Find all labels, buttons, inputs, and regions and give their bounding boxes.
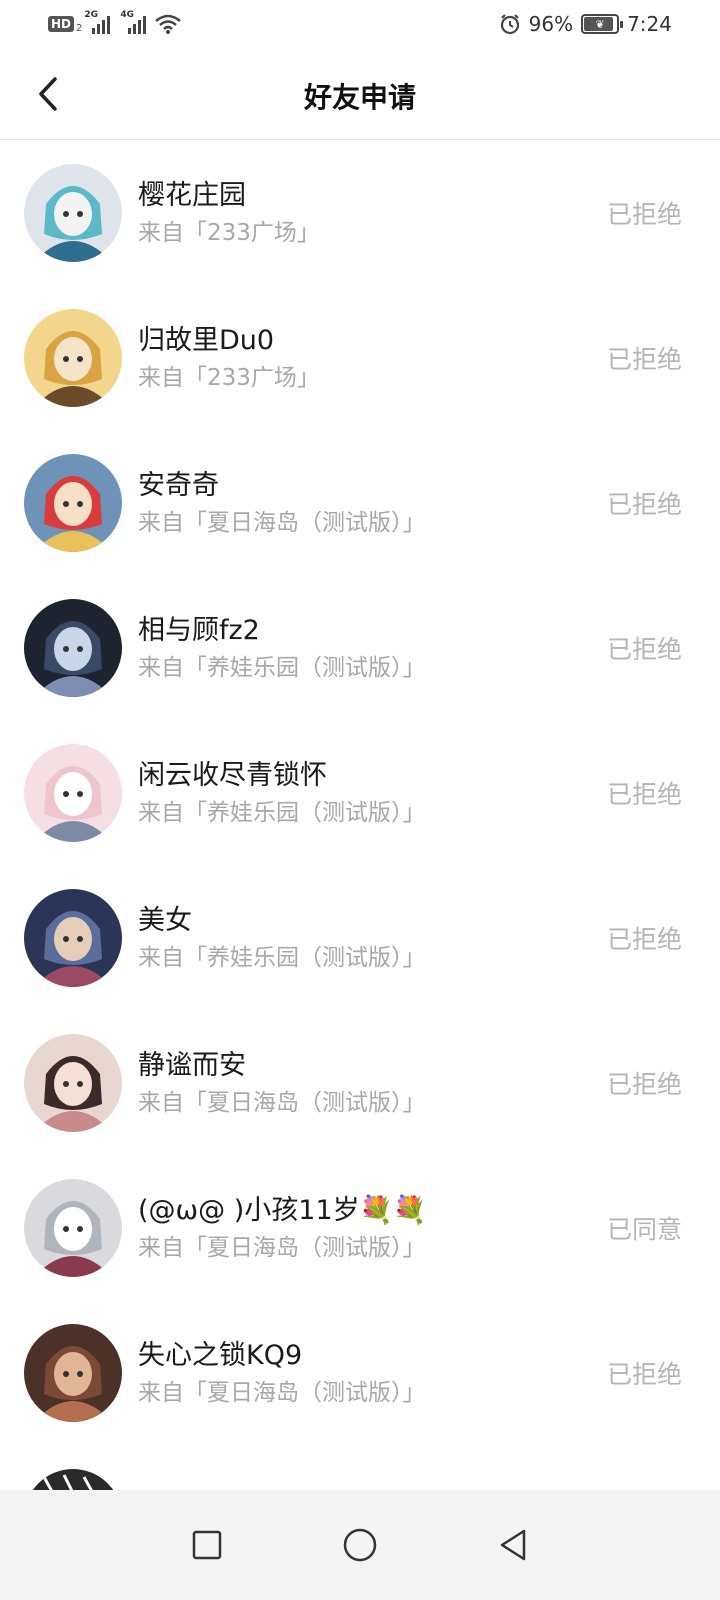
request-source: 来自「夏日海岛（测试版）」	[138, 1379, 426, 1406]
square-icon	[192, 1530, 221, 1560]
signal-icon-sim1: 2G	[84, 10, 111, 34]
request-status: 已拒绝	[606, 924, 682, 954]
hd-badge: HD	[48, 16, 75, 32]
avatar[interactable]	[24, 1468, 122, 1492]
requester-name: 静谧而安	[138, 1049, 246, 1081]
request-info: 闲云收尽青锁怀来自「养娃乐园（测试版）」	[138, 757, 426, 829]
battery-icon: ❦	[581, 14, 624, 34]
request-item[interactable]: 安奇奇来自「夏日海岛（测试版）」 已拒绝	[0, 430, 720, 575]
navigation-bar	[0, 1490, 720, 1600]
sim1-network-label: 2G	[84, 10, 99, 20]
request-source: 来自「养娃乐园（测试版）」	[138, 799, 426, 826]
request-info: 归故里Du0 来自「233广场」	[138, 322, 320, 394]
hd-sub: 2	[76, 22, 83, 34]
recent-apps-button[interactable]	[177, 1515, 237, 1575]
request-info: 美女来自「养娃乐园（测试版）」	[138, 902, 426, 974]
requester-name: 樱花庄园	[138, 179, 246, 211]
request-item[interactable]: 归故里Du0 来自「233广场」 已拒绝	[0, 285, 720, 430]
request-item[interactable]: 相与顾fz2 来自「养娃乐园（测试版）」 已拒绝	[0, 575, 720, 720]
leaf-icon: ❦	[595, 17, 605, 31]
avatar[interactable]	[24, 308, 122, 407]
request-status: 已拒绝	[606, 1359, 682, 1389]
request-status: 已拒绝	[606, 489, 682, 519]
request-item[interactable]: (@ω@ )小孩11岁💐💐 来自「夏日海岛（测试版）」 已同意	[0, 1155, 720, 1300]
clock: 7:24	[627, 12, 672, 36]
avatar[interactable]	[24, 1178, 122, 1277]
header: 好友申请	[0, 48, 720, 140]
request-status: 已同意	[606, 1214, 682, 1244]
circle-icon	[343, 1528, 377, 1562]
avatar[interactable]	[24, 1033, 122, 1132]
request-status: 已拒绝	[606, 1069, 682, 1099]
requester-name: 相与顾fz2	[138, 614, 260, 646]
request-source: 来自「养娃乐园（测试版）」	[138, 654, 426, 681]
sim2-network-label: 4G	[120, 10, 135, 20]
request-item[interactable]: 樱花庄园来自「233广场」 已拒绝	[0, 140, 720, 285]
request-source: 来自「养娃乐园（测试版）」	[138, 944, 426, 971]
requester-name: 失心之锁KQ9	[138, 1339, 303, 1371]
requester-name: 闲云收尽青锁怀	[138, 759, 327, 791]
signal-icon-sim2: 4G	[120, 10, 147, 34]
requester-name: 安奇奇	[138, 469, 219, 501]
battery-percent: 96%	[528, 12, 574, 36]
request-status: 已拒绝	[606, 634, 682, 664]
request-status: 已拒绝	[606, 199, 682, 229]
request-item[interactable]: 闲云收尽青锁怀来自「养娃乐园（测试版）」 已拒绝	[0, 720, 720, 865]
request-info: (@ω@ )小孩11岁💐💐 来自「夏日海岛（测试版）」	[138, 1192, 427, 1264]
friend-request-list[interactable]: 樱花庄园 来自「233广场」 已拒绝 归故里Du0 来自「233广场」 已拒绝 安奇奇 来自「…	[0, 140, 720, 1492]
request-item[interactable]: 静谧而安来自「夏日海岛（测试版）」 已拒绝	[0, 1010, 720, 1155]
avatar[interactable]	[24, 163, 122, 262]
status-bar: HD 2 2G 4G 96% ❦ 7:24	[0, 0, 720, 48]
request-info: 安奇奇来自「夏日海岛（测试版）」	[138, 467, 426, 539]
request-source: 来自「夏日海岛（测试版）」	[138, 1234, 426, 1261]
request-status: 已拒绝	[606, 344, 682, 374]
avatar[interactable]	[24, 453, 122, 552]
system-back-button[interactable]	[483, 1515, 543, 1575]
avatar[interactable]	[24, 598, 122, 697]
alarm-icon	[499, 13, 521, 35]
status-left: HD 2 2G 4G	[48, 10, 182, 35]
request-source: 来自「夏日海岛（测试版）」	[138, 509, 426, 536]
request-info: 静谧而安来自「夏日海岛（测试版）」	[138, 1047, 426, 1119]
request-item-partial[interactable]	[0, 1445, 720, 1492]
avatar[interactable]	[24, 888, 122, 987]
request-item[interactable]: 失心之锁KQ9 来自「夏日海岛（测试版）」 已拒绝	[0, 1300, 720, 1445]
requester-name: (@ω@ )小孩11岁💐💐	[138, 1194, 427, 1226]
request-source: 来自「233广场」	[138, 219, 320, 246]
requester-name: 归故里Du0	[138, 324, 275, 356]
request-source: 来自「夏日海岛（测试版）」	[138, 1089, 426, 1116]
wifi-icon	[154, 13, 182, 35]
home-button[interactable]	[330, 1515, 390, 1575]
request-info: 樱花庄园来自「233广场」	[138, 177, 320, 249]
request-info: 相与顾fz2 来自「养娃乐园（测试版）」	[138, 612, 426, 684]
request-info: 失心之锁KQ9 来自「夏日海岛（测试版）」	[138, 1337, 426, 1409]
status-right: 96% ❦ 7:24	[499, 12, 672, 36]
avatar[interactable]	[24, 743, 122, 842]
page-title: 好友申请	[303, 81, 416, 114]
request-item[interactable]: 美女来自「养娃乐园（测试版）」 已拒绝	[0, 865, 720, 1010]
requester-name: 美女	[138, 904, 192, 936]
request-source: 来自「233广场」	[138, 364, 320, 391]
triangle-back-icon	[501, 1529, 526, 1561]
avatar[interactable]	[24, 1323, 122, 1422]
request-status: 已拒绝	[606, 779, 682, 809]
